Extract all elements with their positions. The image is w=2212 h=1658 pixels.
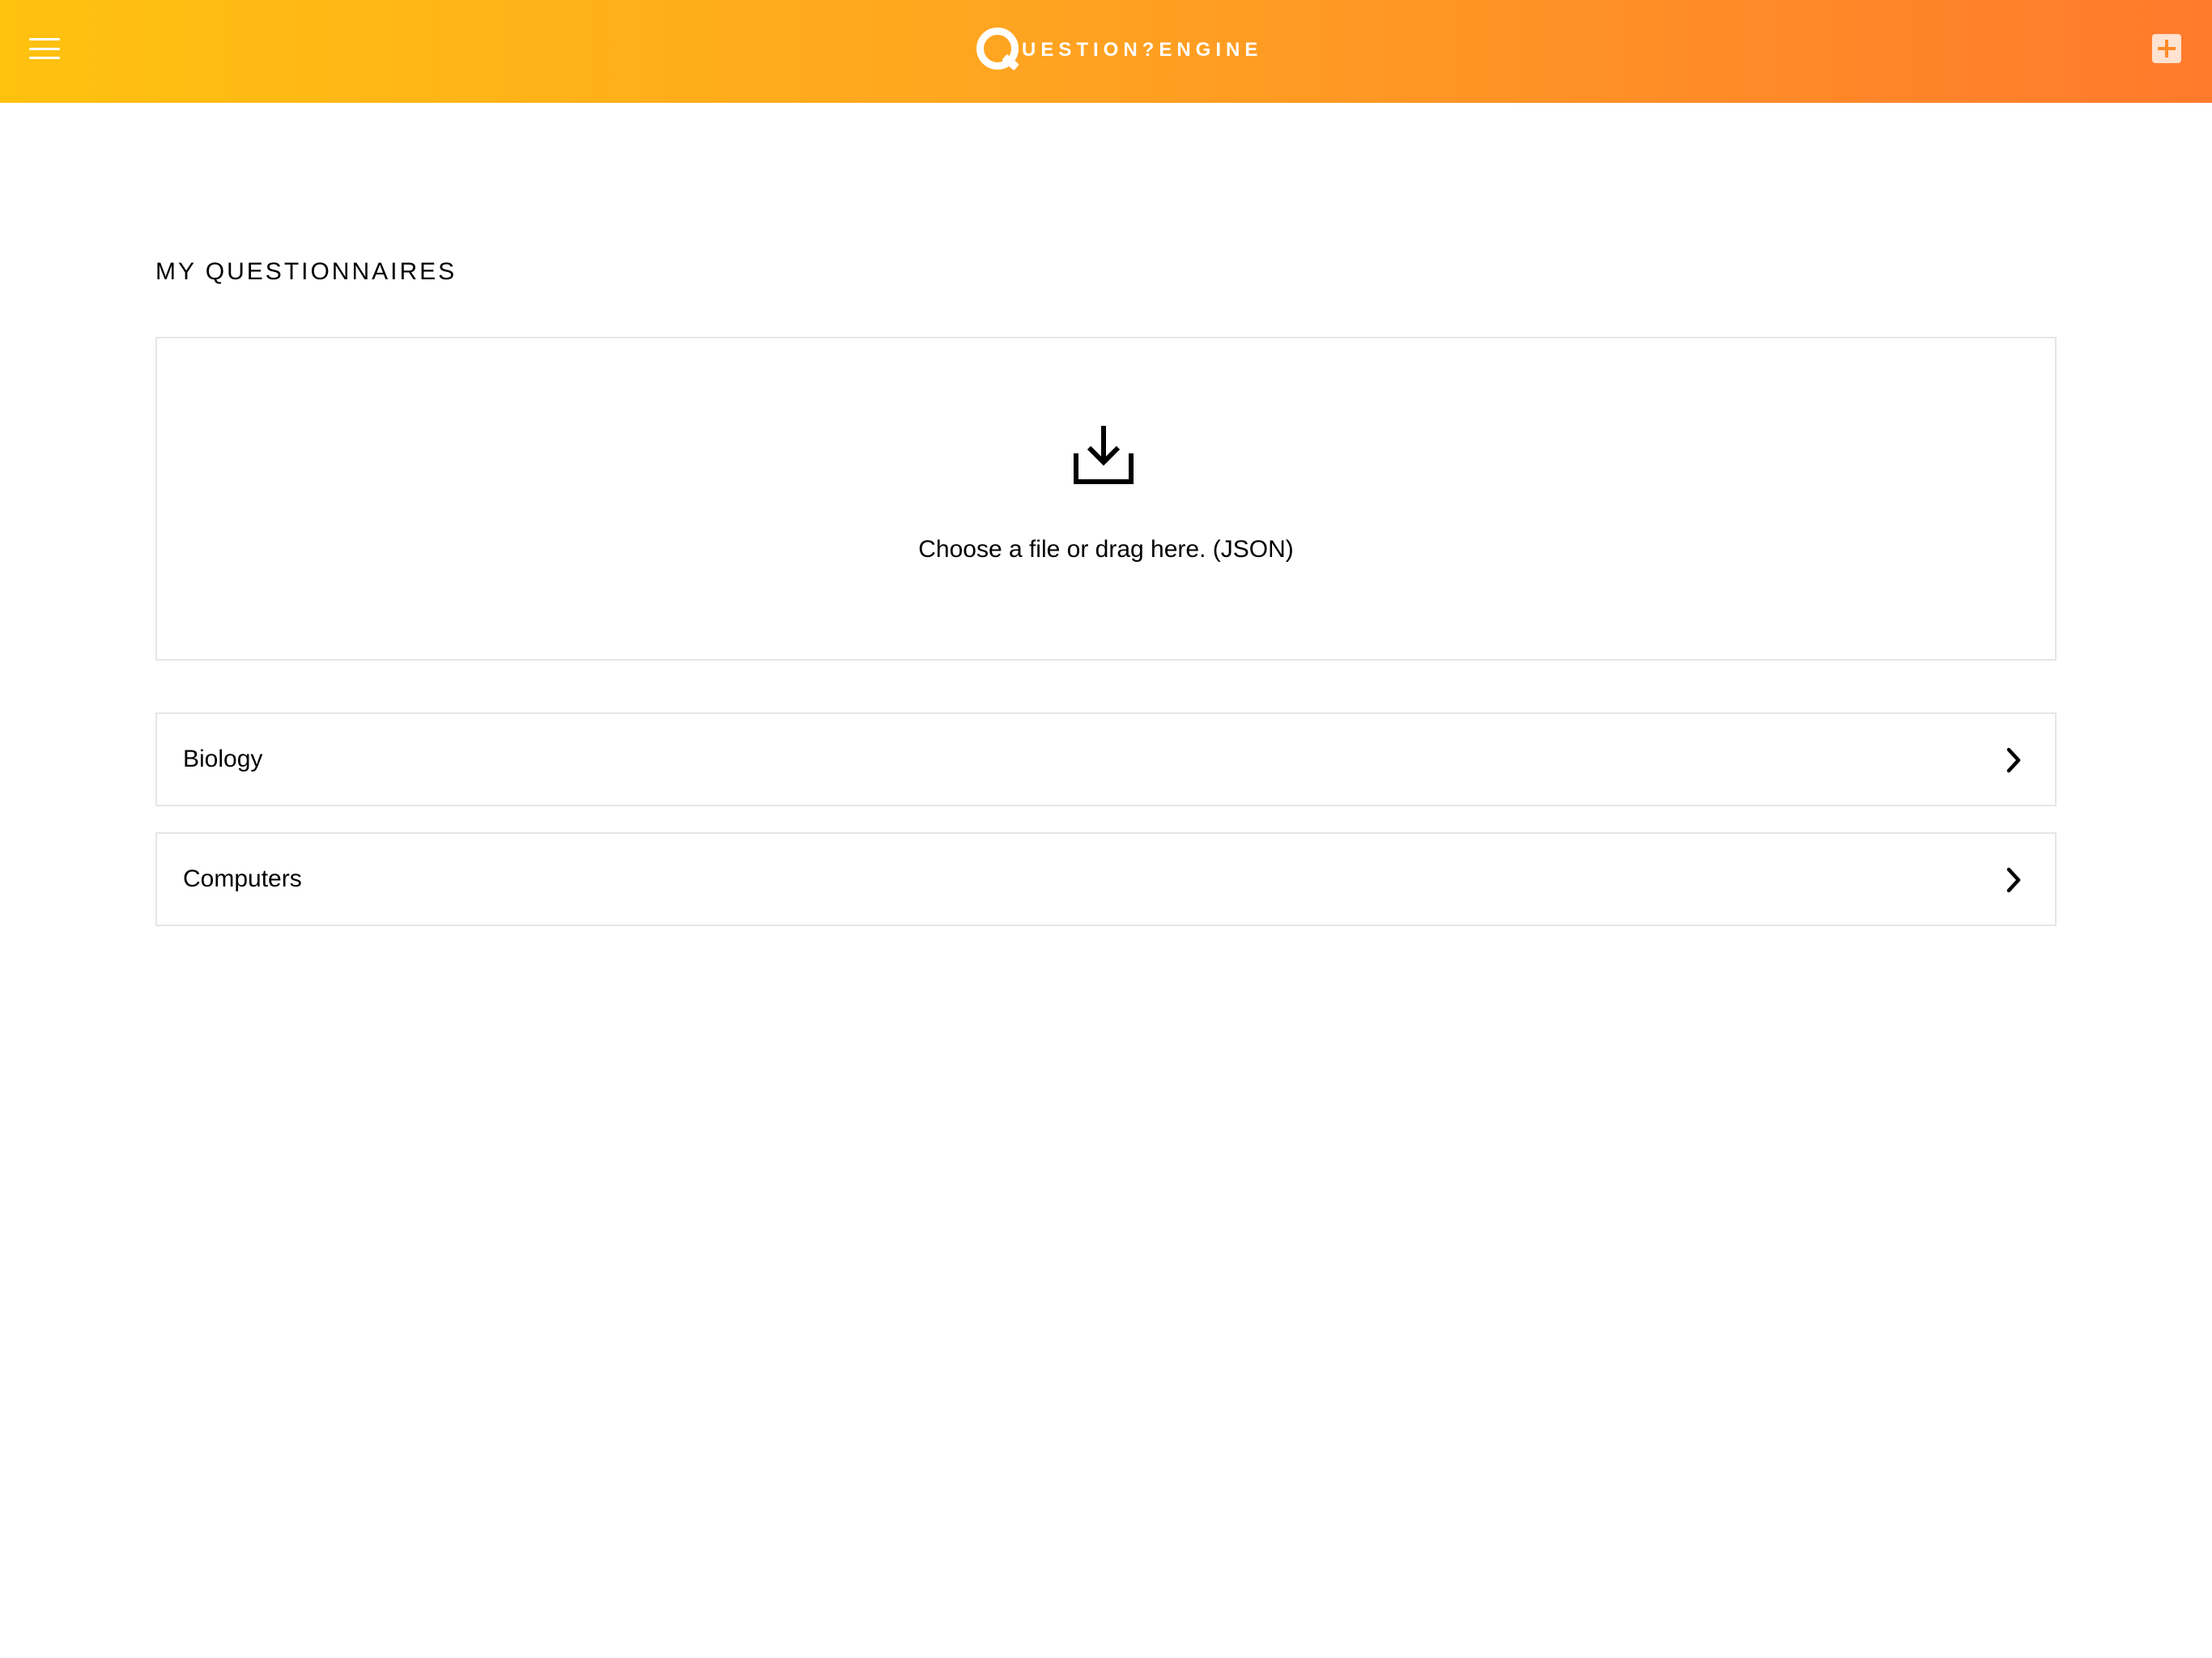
menu-line — [29, 38, 60, 40]
logo-q-icon — [976, 28, 1022, 73]
dropzone-text: Choose a file or drag here. (JSON) — [918, 536, 1294, 563]
menu-line — [29, 47, 60, 50]
app-logo: UESTION?ENGINE — [976, 26, 1262, 74]
hamburger-menu-icon[interactable] — [29, 36, 62, 62]
page-title: MY QUESTIONNAIRES — [155, 258, 457, 285]
questionnaire-item-computers[interactable]: Computers — [155, 832, 2057, 926]
plus-square-icon[interactable] — [2152, 34, 2181, 63]
questionnaire-item-biology[interactable]: Biology — [155, 712, 2057, 806]
chevron-right-icon — [2006, 747, 2021, 773]
file-dropzone[interactable]: Choose a file or drag here. (JSON) — [155, 337, 2057, 661]
questionnaire-label: Computers — [183, 865, 302, 892]
menu-line — [29, 57, 60, 59]
questionnaire-label: Biology — [183, 746, 263, 772]
chevron-right-icon — [2006, 867, 2021, 893]
download-tray-icon — [1074, 426, 1134, 484]
top-bar: UESTION?ENGINE — [0, 0, 2212, 103]
logo-text: UESTION?ENGINE — [1022, 39, 1263, 61]
